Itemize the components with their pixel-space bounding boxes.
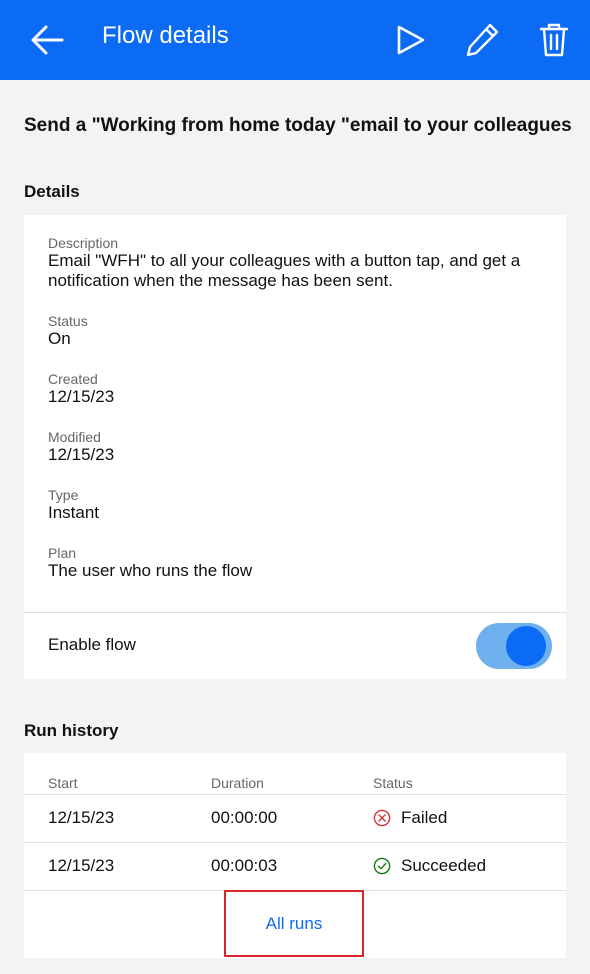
divider xyxy=(24,612,566,613)
type-value: Instant xyxy=(48,503,100,522)
details-heading: Details xyxy=(24,182,80,201)
play-icon xyxy=(397,25,425,55)
status-label: Status xyxy=(48,313,88,329)
run-duration: 00:00:00 xyxy=(211,808,278,827)
divider xyxy=(24,794,566,795)
page-title: Flow details xyxy=(102,22,229,49)
flow-name: Send a "Working from home today "email t… xyxy=(24,115,572,136)
run-status-text: Failed xyxy=(401,808,448,827)
success-check-circle-icon xyxy=(373,857,391,875)
status-value: On xyxy=(48,329,71,348)
run-history-heading: Run history xyxy=(24,721,119,740)
run-start: 12/15/23 xyxy=(48,808,115,827)
column-header-start: Start xyxy=(48,775,78,791)
status-field: Status On xyxy=(48,313,548,349)
description-field: Description Email "WFH" to all your coll… xyxy=(48,235,548,291)
enable-flow-label: Enable flow xyxy=(48,635,136,654)
run-status: Succeeded xyxy=(373,856,486,876)
column-header-status: Status xyxy=(373,775,413,791)
delete-flow-button[interactable] xyxy=(534,20,574,60)
created-field: Created 12/15/23 xyxy=(48,371,548,407)
description-value: Email "WFH" to all your colleagues with … xyxy=(48,251,521,290)
description-label: Description xyxy=(48,235,119,251)
run-start: 12/15/23 xyxy=(48,856,115,875)
run-flow-button[interactable] xyxy=(390,20,430,60)
plan-label: Plan xyxy=(48,545,77,561)
created-label: Created xyxy=(48,371,98,387)
plan-field: Plan The user who runs the flow xyxy=(48,545,548,581)
type-field: Type Instant xyxy=(48,487,548,523)
modified-value: 12/15/23 xyxy=(48,445,115,464)
trash-icon xyxy=(539,23,569,57)
run-history-card: Start Duration Status 12/15/23 00:00:00 … xyxy=(24,753,566,958)
back-arrow-icon xyxy=(31,25,64,55)
modified-label: Modified xyxy=(48,429,101,445)
back-button[interactable] xyxy=(28,20,68,60)
type-label: Type xyxy=(48,487,79,503)
enable-flow-toggle[interactable] xyxy=(476,623,552,669)
run-status-text: Succeeded xyxy=(401,856,487,875)
details-card: Description Email "WFH" to all your coll… xyxy=(24,215,566,679)
toggle-knob xyxy=(506,626,546,666)
divider xyxy=(24,842,566,843)
pencil-icon xyxy=(466,23,499,57)
failed-x-circle-icon xyxy=(373,809,391,827)
run-duration: 00:00:03 xyxy=(211,856,278,875)
edit-flow-button[interactable] xyxy=(462,20,502,60)
modified-field: Modified 12/15/23 xyxy=(48,429,548,465)
app-bar: Flow details xyxy=(0,0,590,80)
created-value: 12/15/23 xyxy=(48,387,115,406)
all-runs-link[interactable]: All runs xyxy=(224,890,364,957)
column-header-duration: Duration xyxy=(211,775,264,791)
plan-value: The user who runs the flow xyxy=(48,561,253,580)
run-status: Failed xyxy=(373,808,447,828)
